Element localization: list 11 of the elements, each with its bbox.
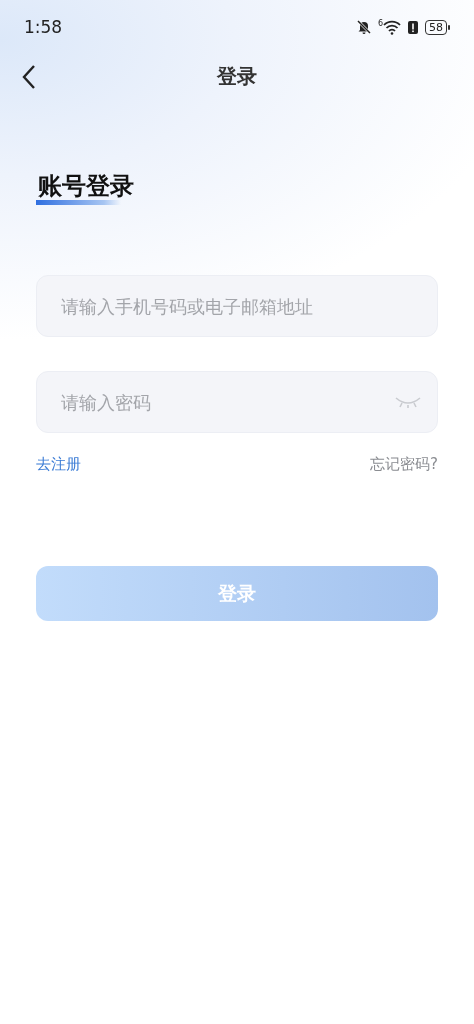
bell-off-icon [355,19,372,35]
alert-icon [407,19,419,35]
password-field[interactable]: 请输入密码 [36,371,438,433]
wifi-icon [383,19,401,35]
register-link[interactable]: 去注册 [36,455,81,474]
forgot-password-link[interactable]: 忘记密码? [370,455,438,474]
battery-indicator: 58 [425,19,450,35]
page-title: 登录 [217,62,257,90]
status-time: 1:58 [24,17,63,37]
account-field[interactable]: 请输入手机号码或电子邮箱地址 [36,275,438,337]
wifi-generation: 6 [377,19,383,28]
